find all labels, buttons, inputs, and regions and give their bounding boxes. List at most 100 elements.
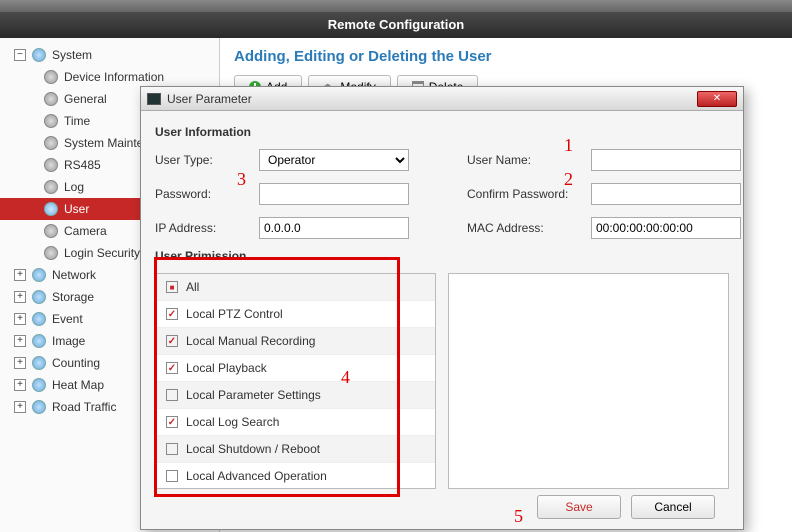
tree-label: RS485	[64, 158, 101, 172]
checkbox-icon[interactable]	[166, 443, 178, 455]
annotation-3: 3	[237, 169, 246, 190]
tree-label: General	[64, 92, 107, 106]
confirm-password-input[interactable]	[591, 183, 741, 205]
perm-ptz[interactable]: Local PTZ Control	[156, 301, 435, 328]
expand-icon[interactable]: +	[14, 357, 26, 369]
section-permissions: User Primission	[155, 249, 729, 263]
cancel-button[interactable]: Cancel	[631, 495, 715, 519]
perm-param[interactable]: Local Parameter Settings	[156, 382, 435, 409]
perm-label: Local Manual Recording	[186, 334, 315, 348]
tree-system[interactable]: − System	[0, 44, 219, 66]
expand-icon[interactable]: +	[14, 291, 26, 303]
perm-label: Local Advanced Operation	[186, 469, 327, 483]
tree-label: System	[52, 48, 92, 62]
perm-advanced[interactable]: Local Advanced Operation	[156, 463, 435, 488]
label-mac: MAC Address:	[467, 221, 587, 235]
gear-icon	[44, 92, 58, 106]
label-ip: IP Address:	[155, 221, 255, 235]
tree-device-info[interactable]: Device Information	[0, 66, 219, 88]
globe-icon	[32, 290, 46, 304]
page-title: Adding, Editing or Deleting the User	[234, 48, 778, 65]
password-input[interactable]	[259, 183, 409, 205]
tree-label: Time	[64, 114, 90, 128]
close-button[interactable]	[697, 91, 737, 107]
annotation-4: 4	[341, 367, 350, 388]
gear-icon	[44, 202, 58, 216]
tree-label: Counting	[52, 356, 100, 370]
form-grid: User Type: Operator User Name: Password:…	[155, 149, 729, 239]
expand-icon[interactable]: +	[14, 269, 26, 281]
annotation-5: 5	[514, 506, 523, 527]
perm-label: Local PTZ Control	[186, 307, 283, 321]
checkbox-icon[interactable]	[166, 362, 178, 374]
expand-icon[interactable]: +	[14, 401, 26, 413]
expand-icon[interactable]: +	[14, 379, 26, 391]
globe-icon	[32, 334, 46, 348]
tree-label: Camera	[64, 224, 107, 238]
perm-manual-rec[interactable]: Local Manual Recording	[156, 328, 435, 355]
tree-label: User	[64, 202, 89, 216]
perm-label: Local Parameter Settings	[186, 388, 321, 402]
label-user-type: User Type:	[155, 153, 255, 167]
tree-label: Storage	[52, 290, 94, 304]
dialog-titlebar[interactable]: User Parameter	[141, 87, 743, 111]
tree-label: Network	[52, 268, 96, 282]
gear-icon	[44, 246, 58, 260]
perm-all[interactable]: All	[156, 274, 435, 301]
dialog-title: User Parameter	[167, 92, 697, 106]
user-parameter-dialog: User Parameter User Information User Typ…	[140, 86, 744, 530]
permission-list-right[interactable]	[448, 273, 729, 489]
collapse-icon[interactable]: −	[14, 49, 26, 61]
user-name-input[interactable]	[591, 149, 741, 171]
permission-panels: All Local PTZ Control Local Manual Recor…	[155, 273, 729, 489]
gear-icon	[44, 158, 58, 172]
globe-icon	[32, 312, 46, 326]
globe-icon	[32, 356, 46, 370]
perm-shutdown[interactable]: Local Shutdown / Reboot	[156, 436, 435, 463]
tree-label: Image	[52, 334, 85, 348]
expand-icon[interactable]: +	[14, 313, 26, 325]
top-banner	[0, 0, 792, 12]
tree-label: Login Security	[64, 246, 140, 260]
ip-input[interactable]	[259, 217, 409, 239]
gear-icon	[44, 70, 58, 84]
perm-playback[interactable]: Local Playback	[156, 355, 435, 382]
tree-label: Event	[52, 312, 83, 326]
checkbox-icon[interactable]	[166, 416, 178, 428]
perm-label: All	[186, 280, 199, 294]
mac-input[interactable]	[591, 217, 741, 239]
globe-icon	[32, 378, 46, 392]
checkbox-icon[interactable]	[166, 308, 178, 320]
annotation-2: 2	[564, 169, 573, 190]
permission-section: All Local PTZ Control Local Manual Recor…	[155, 273, 729, 519]
gear-icon	[44, 180, 58, 194]
section-user-info: User Information	[155, 125, 729, 139]
perm-label: Local Shutdown / Reboot	[186, 442, 320, 456]
dialog-icon	[147, 93, 161, 105]
tree-label: Device Information	[64, 70, 164, 84]
annotation-1: 1	[564, 135, 573, 156]
gear-icon	[44, 224, 58, 238]
globe-icon	[32, 400, 46, 414]
globe-icon	[32, 48, 46, 62]
tree-label: Heat Map	[52, 378, 104, 392]
perm-label: Local Log Search	[186, 415, 279, 429]
checkbox-icon[interactable]	[166, 281, 178, 293]
gear-icon	[44, 114, 58, 128]
tree-label: Log	[64, 180, 84, 194]
permission-scroll[interactable]: All Local PTZ Control Local Manual Recor…	[156, 274, 435, 488]
perm-label: Local Playback	[186, 361, 267, 375]
dialog-footer: Save Cancel	[155, 489, 729, 519]
checkbox-icon[interactable]	[166, 389, 178, 401]
tree-label: Road Traffic	[52, 400, 116, 414]
save-button[interactable]: Save	[537, 495, 621, 519]
dialog-body: User Information User Type: Operator Use…	[141, 111, 743, 529]
globe-icon	[32, 268, 46, 282]
app-title: Remote Configuration	[0, 12, 792, 38]
gear-icon	[44, 136, 58, 150]
checkbox-icon[interactable]	[166, 335, 178, 347]
perm-log-search[interactable]: Local Log Search	[156, 409, 435, 436]
expand-icon[interactable]: +	[14, 335, 26, 347]
user-type-select[interactable]: Operator	[259, 149, 409, 171]
checkbox-icon[interactable]	[166, 470, 178, 482]
